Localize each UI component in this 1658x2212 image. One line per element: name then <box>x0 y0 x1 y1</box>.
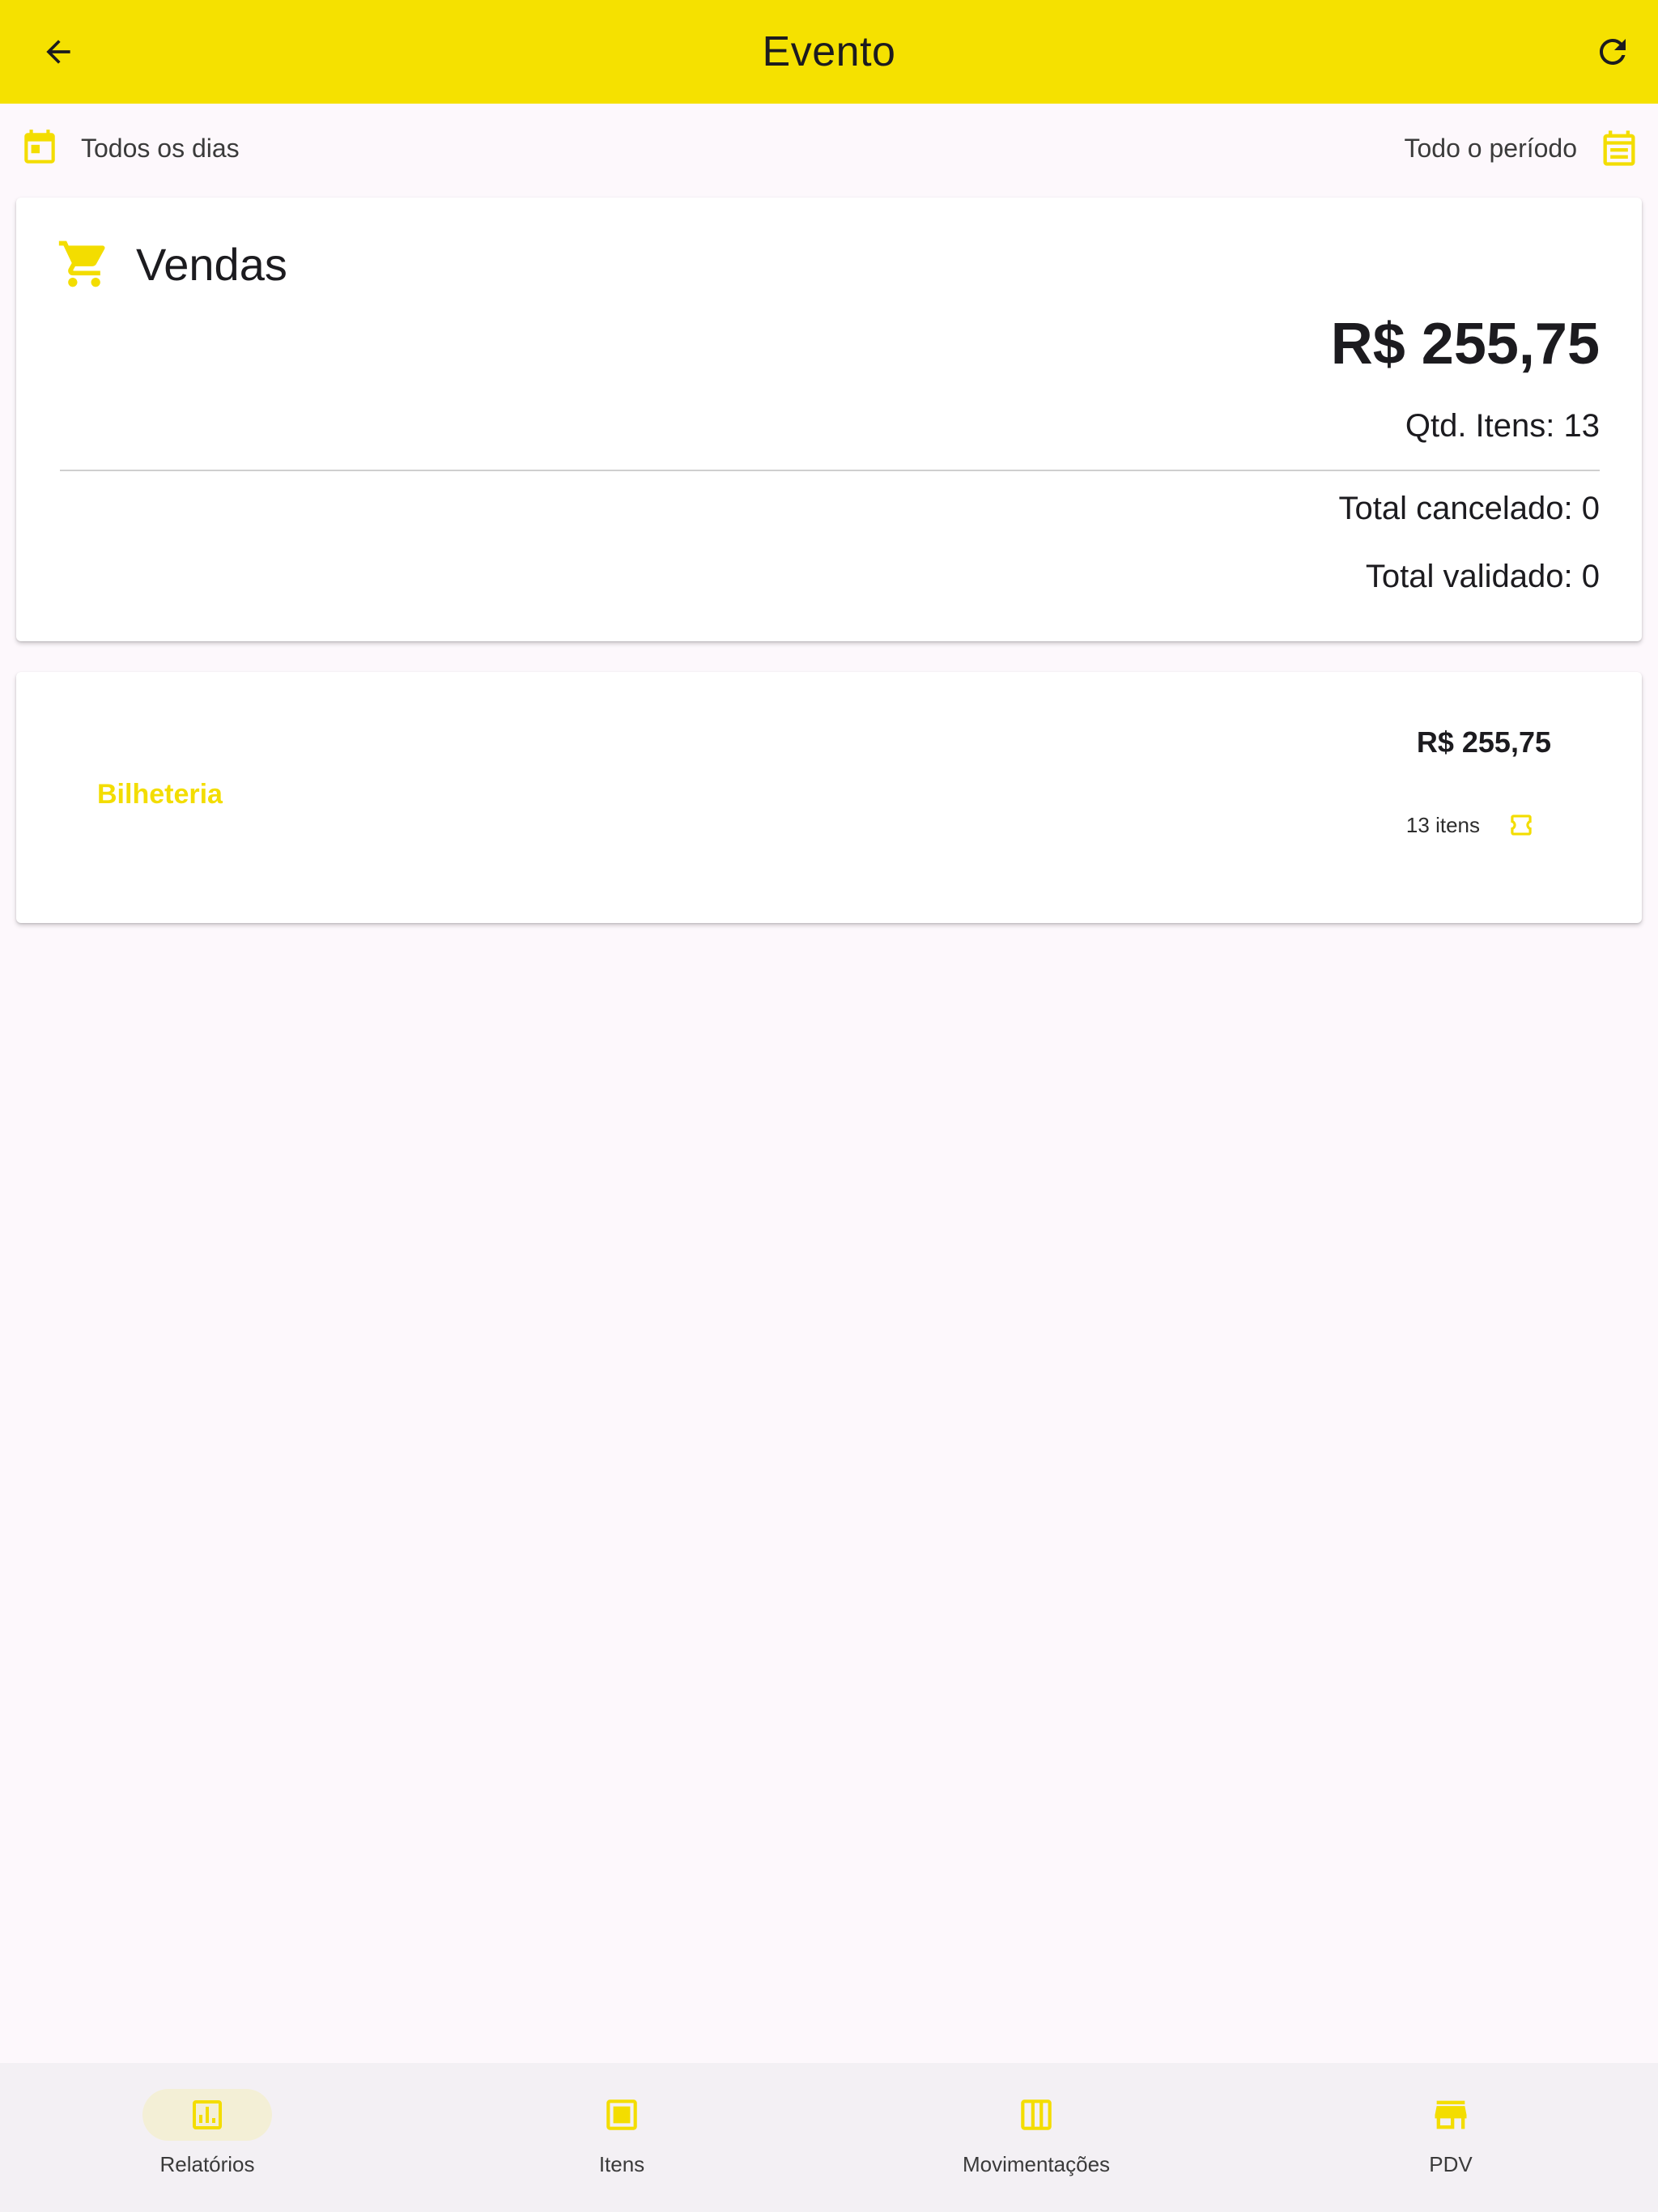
period-filter-label: Todo o período <box>1404 133 1578 163</box>
calendar-month-icon <box>1603 130 1635 166</box>
nav-indicator <box>1386 2089 1516 2141</box>
nav-indicator <box>557 2089 687 2141</box>
channel-card-bilheteria[interactable]: Bilheteria R$ 255,75 13 itens <box>16 672 1642 923</box>
sales-summary-card: Vendas R$ 255,75 Qtd. Itens: 13 Total ca… <box>16 198 1642 641</box>
columns-icon <box>1021 2099 1052 2130</box>
sales-title: Vendas <box>136 238 287 290</box>
nav-label: Itens <box>598 2152 645 2176</box>
sales-qty: Qtd. Itens: 13 <box>1405 408 1600 444</box>
bottom-nav: Relatórios Itens Movimentações PDV <box>0 2063 1658 2212</box>
period-filter[interactable]: Todo o período <box>1405 127 1641 169</box>
nav-pdv[interactable]: PDV <box>1244 2063 1658 2212</box>
ticket-icon <box>1511 815 1532 836</box>
sales-total: R$ 255,75 <box>1330 312 1600 376</box>
nav-indicator <box>971 2089 1101 2141</box>
nav-movimentacoes[interactable]: Movimentações <box>829 2063 1244 2212</box>
days-filter[interactable]: Todos os dias <box>19 128 240 168</box>
calendar-today-icon <box>24 130 55 164</box>
store-icon <box>1435 2100 1467 2129</box>
total-validated: Total validado: 0 <box>1365 559 1600 594</box>
channel-name: Bilheteria <box>97 779 223 810</box>
nav-label: Movimentações <box>962 2152 1111 2176</box>
total-cancelled: Total cancelado: 0 <box>1338 491 1600 526</box>
back-button[interactable] <box>32 26 84 78</box>
arrow-left-icon <box>46 40 70 64</box>
channel-items-label: 13 itens <box>1405 812 1480 837</box>
nav-relatorios[interactable]: Relatórios <box>0 2063 414 2212</box>
sales-header: Vendas <box>57 236 287 291</box>
page-title: Evento <box>762 28 896 75</box>
days-filter-label: Todos os dias <box>81 133 240 163</box>
filter-bar: Todos os dias Todo o período <box>0 104 1658 193</box>
refresh-icon <box>1600 39 1626 65</box>
chart-icon <box>193 2100 222 2129</box>
shopping-cart-icon <box>58 240 105 287</box>
divider <box>60 470 1600 471</box>
nav-label: PDV <box>1429 2152 1473 2176</box>
nav-itens[interactable]: Itens <box>414 2063 829 2212</box>
channel-items: 13 itens <box>1406 810 1537 840</box>
refresh-button[interactable] <box>1587 26 1639 78</box>
nav-label: Relatórios <box>159 2152 255 2176</box>
nav-indicator <box>142 2089 272 2141</box>
app-bar: Evento <box>0 0 1658 104</box>
item-box-icon <box>606 2099 637 2130</box>
channel-amount: R$ 255,75 <box>1416 725 1551 759</box>
